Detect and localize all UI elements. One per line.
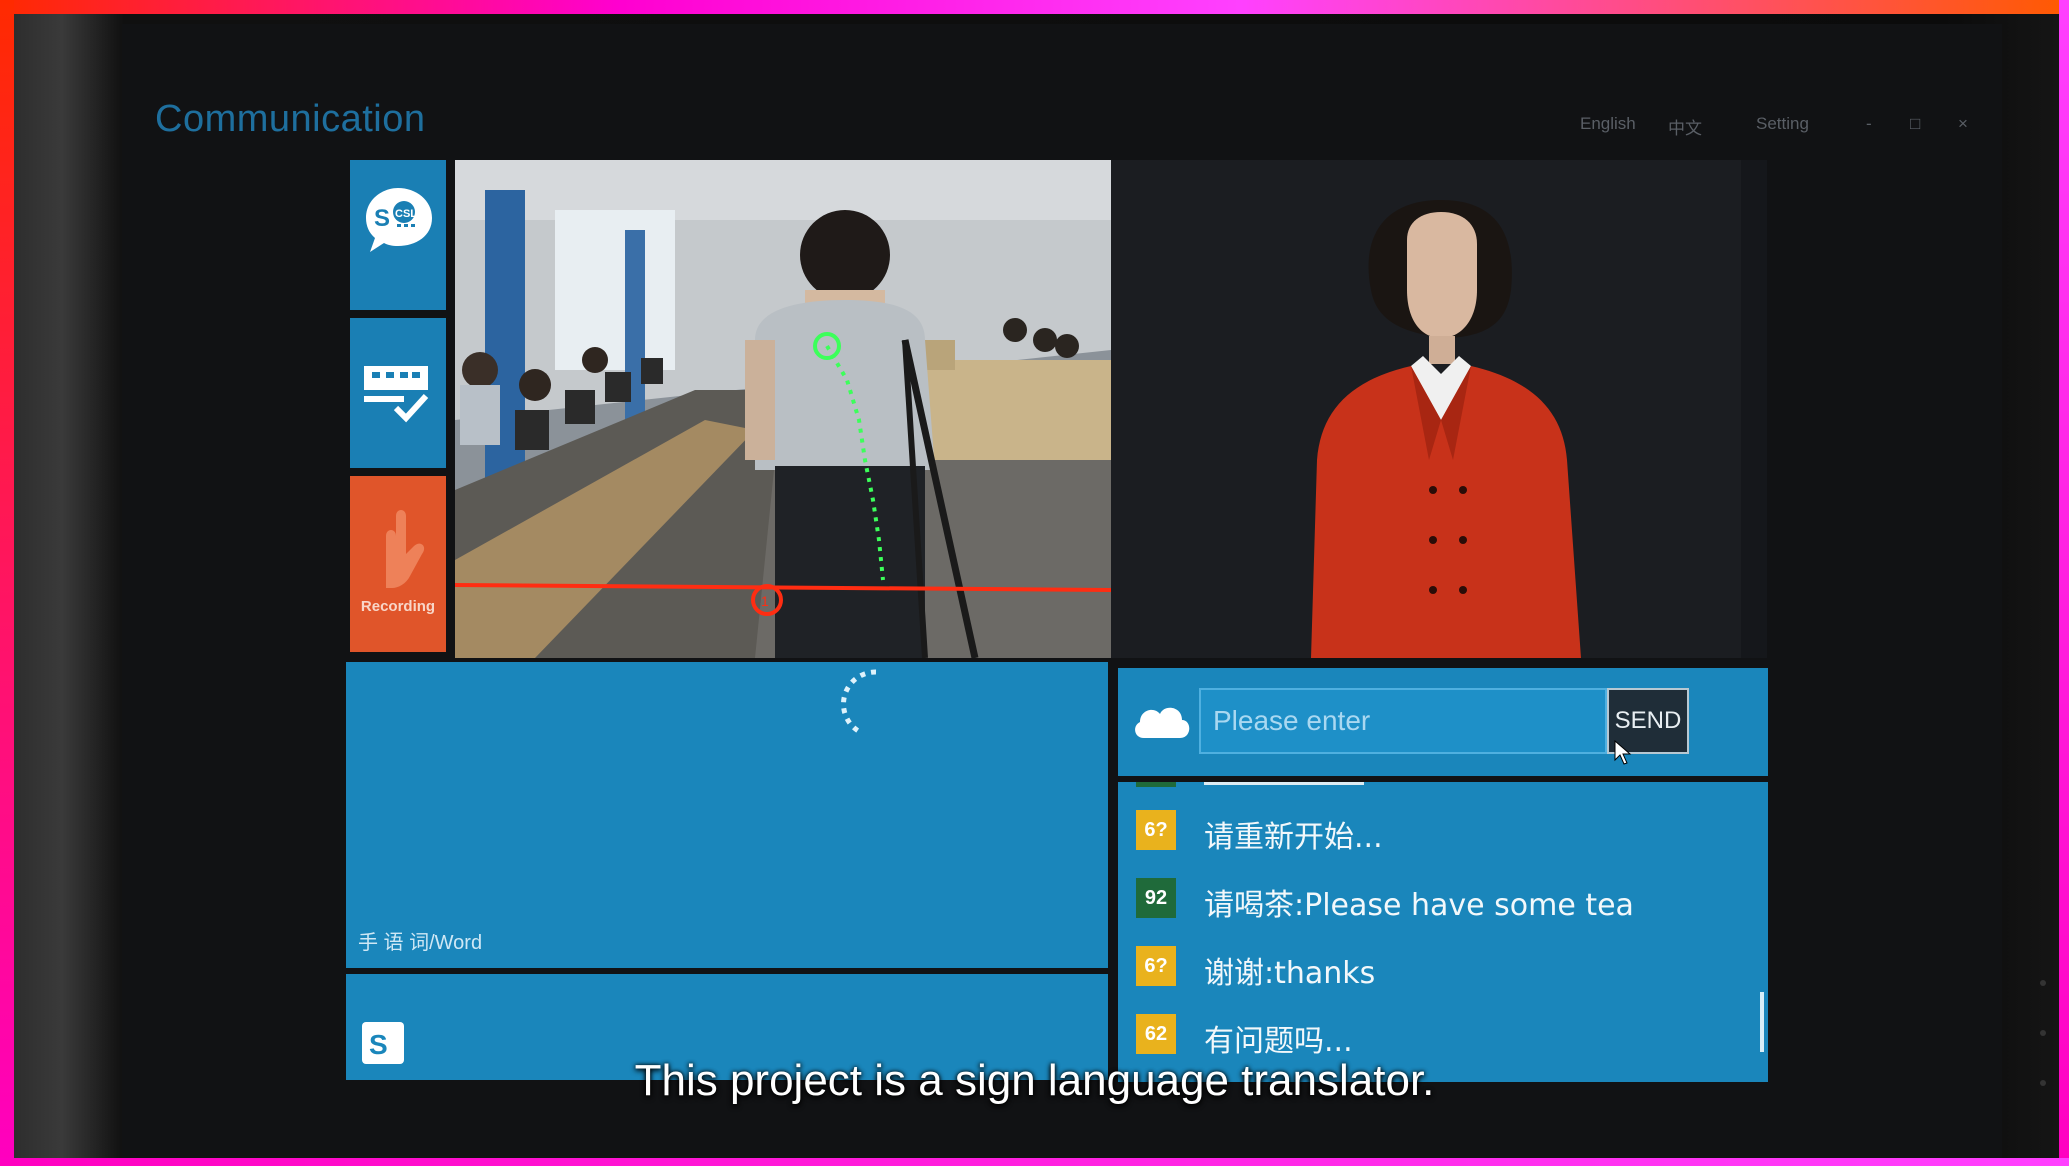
maximize-button[interactable]: □ [1910,114,1920,134]
language-english-link[interactable]: English [1580,114,1636,134]
history-item[interactable]: 92 请喝茶:Please have some tea [1136,872,1736,924]
bezel-button [2040,980,2046,986]
setting-link[interactable]: Setting [1756,114,1809,134]
confidence-badge: 6? [1136,810,1176,850]
sign-word-panel: 手 语 词/Word [346,662,1108,968]
history-item[interactable]: 62 有问题吗... [1136,1008,1736,1060]
history-item[interactable]: 6? 请重新开始... [1136,804,1736,856]
history-item-text: 有问题吗... [1204,1024,1353,1059]
frame-edge-top [0,0,2069,14]
hand-icon [386,510,425,588]
frame-edge-bottom [0,1158,2069,1166]
recording-label: Recording [360,598,436,615]
confidence-badge: 6? [1136,946,1176,986]
mouse-cursor-icon [1614,740,1632,765]
keyboard-check-icon [364,366,429,423]
chat-mode-tile[interactable]: S CSL [350,160,446,310]
svg-text:CSL: CSL [395,208,417,220]
recording-tile[interactable]: Recording [350,476,446,652]
top-menu: English 中文 Setting - □ × [1580,114,1980,138]
bezel-button [2040,1030,2046,1036]
close-button[interactable]: × [1958,114,1968,134]
app-title: Communication [155,98,426,140]
frame-edge-right [2059,0,2069,1166]
avatar-panel [1111,160,1767,658]
cloud-icon [1135,707,1190,738]
confidence-badge: 92 [1136,878,1176,918]
minimize-button[interactable]: - [1866,114,1872,134]
camera-feed: 1 [455,160,1111,658]
recognition-history-list[interactable]: 6? 请重新开始... 92 请喝茶:Please have some tea … [1118,782,1768,1082]
signing-avatar-image [1111,160,1767,658]
message-input[interactable] [1199,688,1607,754]
history-item[interactable]: 6? 谢谢:thanks [1136,940,1736,992]
loading-spinner-icon [841,669,877,735]
confidence-badge: 62 [1136,1014,1176,1054]
text-input-panel: SEND [1118,668,1768,776]
svg-text:S: S [374,205,390,232]
bezel-button [2040,1080,2046,1086]
video-subtitle: This project is a sign language translat… [634,1056,1435,1105]
word-panel-label: 手 语 词/Word [358,932,483,954]
language-chinese-link[interactable]: 中文 [1668,114,1702,139]
history-item-text: 谢谢:thanks [1204,956,1376,991]
history-scrollbar[interactable] [1760,992,1764,1052]
keyboard-mode-tile[interactable] [350,318,446,468]
svg-text:1: 1 [761,593,769,609]
chat-bubble-icon: S CSL [366,188,432,252]
camera-scene-image: 1 [455,160,1111,658]
history-item-text: 请喝茶:Please have some tea [1204,888,1634,923]
history-item-text: 请重新开始... [1204,820,1383,855]
history-scrolled-row-fragment [1136,782,1364,787]
frame-edge-left [0,0,14,1166]
